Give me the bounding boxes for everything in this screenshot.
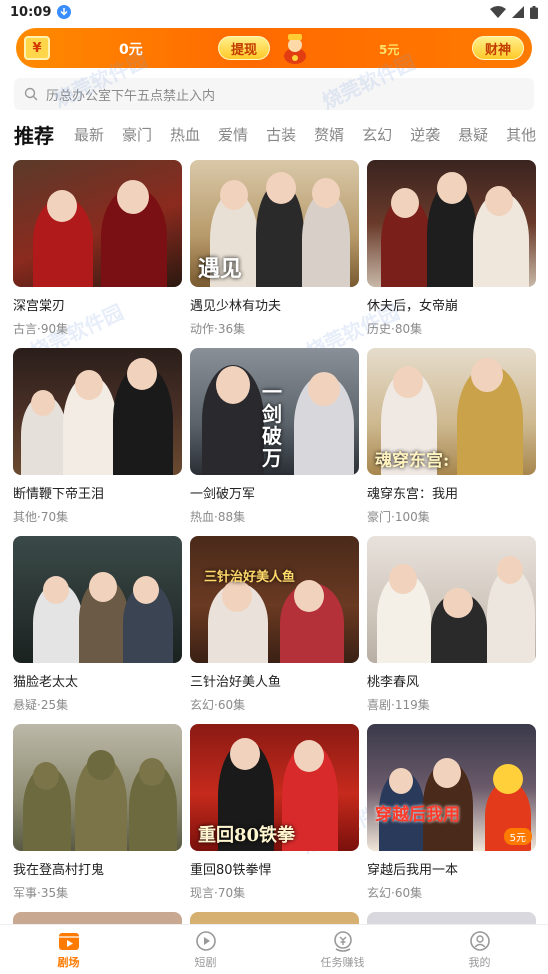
drama-poster: 魂穿东宫: — [367, 348, 536, 475]
drama-card[interactable]: 重回80铁拳 重回80铁拳悍 现言·70集 — [190, 724, 359, 901]
tab-fantasy[interactable]: 玄幻 — [362, 124, 392, 145]
drama-meta: 现言·70集 — [190, 886, 246, 900]
poster-title-art: 三针治好美人鱼 — [204, 570, 296, 585]
category-tabs: 推荐 最新 豪门 热血 爱情 古装 赘婿 玄幻 逆袭 悬疑 其他 — [0, 116, 548, 152]
tab-costume[interactable]: 古装 — [266, 124, 296, 145]
wallet-icon: ¥ — [24, 36, 50, 60]
drama-meta: 历史·80集 — [367, 322, 423, 336]
drama-poster — [13, 348, 182, 475]
drama-meta: 喜剧·119集 — [367, 698, 430, 712]
poster-title-art: 遇见 — [198, 256, 243, 282]
search-placeholder: 历总办公室下午五点禁止入内 — [46, 88, 216, 104]
drama-meta: 其他·70集 — [13, 510, 69, 524]
drama-title: 断情鞭下帝王泪 — [13, 487, 105, 502]
drama-poster: 三针治好美人鱼 — [190, 536, 359, 663]
drama-title: 休夫后，女帝崩 — [367, 299, 459, 314]
poster-title-art: 重回80铁拳 — [198, 825, 296, 846]
price-tag: 5元 — [503, 828, 532, 845]
drama-poster: 重回80铁拳 — [190, 724, 359, 851]
drama-meta: 热血·88集 — [190, 510, 246, 524]
download-icon — [57, 5, 72, 19]
drama-title: 穿越后我用一本 — [367, 863, 459, 878]
drama-card[interactable]: 桃李春风 喜剧·119集 — [367, 536, 536, 713]
battery-icon — [530, 5, 538, 19]
drama-card[interactable]: 休夫后，女帝崩 历史·80集 — [367, 160, 536, 337]
nav-profile[interactable]: 我的 — [411, 925, 548, 974]
drama-card[interactable]: 我在登高村打鬼 军事·35集 — [13, 724, 182, 901]
status-time: 10:09 — [10, 4, 52, 20]
coin-amount: 0元 — [119, 42, 143, 58]
nav-label: 剧场 — [57, 955, 80, 969]
drama-meta: 玄幻·60集 — [190, 698, 246, 712]
nav-label: 短剧 — [194, 955, 217, 969]
tab-latest[interactable]: 最新 — [74, 124, 104, 145]
fortune-god-icon — [284, 34, 306, 64]
tab-comeback[interactable]: 逆袭 — [410, 124, 440, 145]
drama-card[interactable]: 穿越后我用 5元 穿越后我用一本 玄幻·60集 — [367, 724, 536, 901]
drama-poster — [13, 160, 182, 287]
tab-son-in-law[interactable]: 赘婿 — [314, 124, 344, 145]
tab-romance[interactable]: 爱情 — [218, 124, 248, 145]
poster-title-art: 穿越后我用 — [375, 805, 460, 825]
drama-title: 遇见少林有功夫 — [190, 299, 282, 314]
drama-title: 深宫棠刃 — [13, 299, 66, 314]
drama-meta: 动作·36集 — [190, 322, 246, 336]
drama-card[interactable]: 猫脸老太太 悬疑·25集 — [13, 536, 182, 713]
drama-card[interactable]: 魂穿东宫: 魂穿东宫：我用 豪门·100集 — [367, 348, 536, 525]
drama-card[interactable]: 断情鞭下帝王泪 其他·70集 — [13, 348, 182, 525]
tab-other[interactable]: 其他 — [506, 124, 536, 145]
drama-poster: 一剑破万 — [190, 348, 359, 475]
nav-label: 我的 — [468, 955, 491, 969]
withdraw-button[interactable]: 提现 — [218, 36, 270, 60]
drama-title: 猫脸老太太 — [13, 675, 79, 690]
drama-meta: 古言·90集 — [13, 322, 69, 336]
play-circle-icon — [195, 930, 216, 951]
status-bar: 10:09 — [0, 0, 548, 24]
drama-poster — [367, 160, 536, 287]
drama-poster — [367, 536, 536, 663]
drama-meta: 军事·35集 — [13, 886, 69, 900]
drama-meta: 玄幻·60集 — [367, 886, 423, 900]
drama-title: 重回80铁拳悍 — [190, 863, 272, 878]
poster-title-art: 魂穿东宫: — [375, 451, 450, 471]
drama-card[interactable]: 一剑破万 一剑破万军 热血·88集 — [190, 348, 359, 525]
status-icons — [490, 5, 538, 19]
nav-short-drama[interactable]: 短剧 — [137, 925, 274, 974]
theater-icon — [58, 932, 79, 950]
nav-label: 任务赚钱 — [320, 955, 365, 969]
target-amount: 5元 — [379, 43, 400, 57]
reward-banner[interactable]: ¥ 0元 提现 5元 财神 — [16, 28, 532, 68]
drama-title: 我在登高村打鬼 — [13, 863, 105, 878]
drama-card[interactable]: 深宫棠刃 古言·90集 — [13, 160, 182, 337]
coin-task-icon — [333, 930, 352, 952]
drama-poster — [13, 536, 182, 663]
tab-wealthy[interactable]: 豪门 — [122, 124, 152, 145]
drama-card[interactable]: 三针治好美人鱼 三针治好美人鱼 玄幻·60集 — [190, 536, 359, 713]
nav-theater[interactable]: 剧场 — [0, 925, 137, 974]
signal-icon — [512, 6, 524, 18]
drama-title: 桃李春风 — [367, 675, 420, 690]
drama-title: 三针治好美人鱼 — [190, 675, 282, 690]
caishen-button[interactable]: 财神 — [472, 36, 524, 60]
drama-meta: 悬疑·25集 — [13, 698, 69, 712]
drama-meta: 豪门·100集 — [367, 510, 430, 524]
drama-title: 魂穿东宫：我用 — [367, 487, 459, 502]
profile-icon — [469, 930, 490, 951]
drama-poster: 穿越后我用 5元 — [367, 724, 536, 851]
tab-action[interactable]: 热血 — [170, 124, 200, 145]
search-icon — [24, 87, 38, 101]
drama-card[interactable]: 遇见 遇见少林有功夫 动作·36集 — [190, 160, 359, 337]
search-bar[interactable]: 历总办公室下午五点禁止入内 — [14, 78, 534, 110]
drama-poster: 遇见 — [190, 160, 359, 287]
tab-mystery[interactable]: 悬疑 — [458, 124, 488, 145]
bottom-nav: 剧场 短剧 任务赚钱 我的 — [0, 924, 548, 974]
drama-poster — [13, 724, 182, 851]
wifi-icon — [490, 6, 506, 18]
poster-title-art: 一剑破万 — [262, 380, 282, 470]
tab-recommend[interactable]: 推荐 — [14, 120, 54, 149]
drama-title: 一剑破万军 — [190, 487, 256, 502]
nav-tasks[interactable]: 任务赚钱 — [274, 925, 411, 974]
